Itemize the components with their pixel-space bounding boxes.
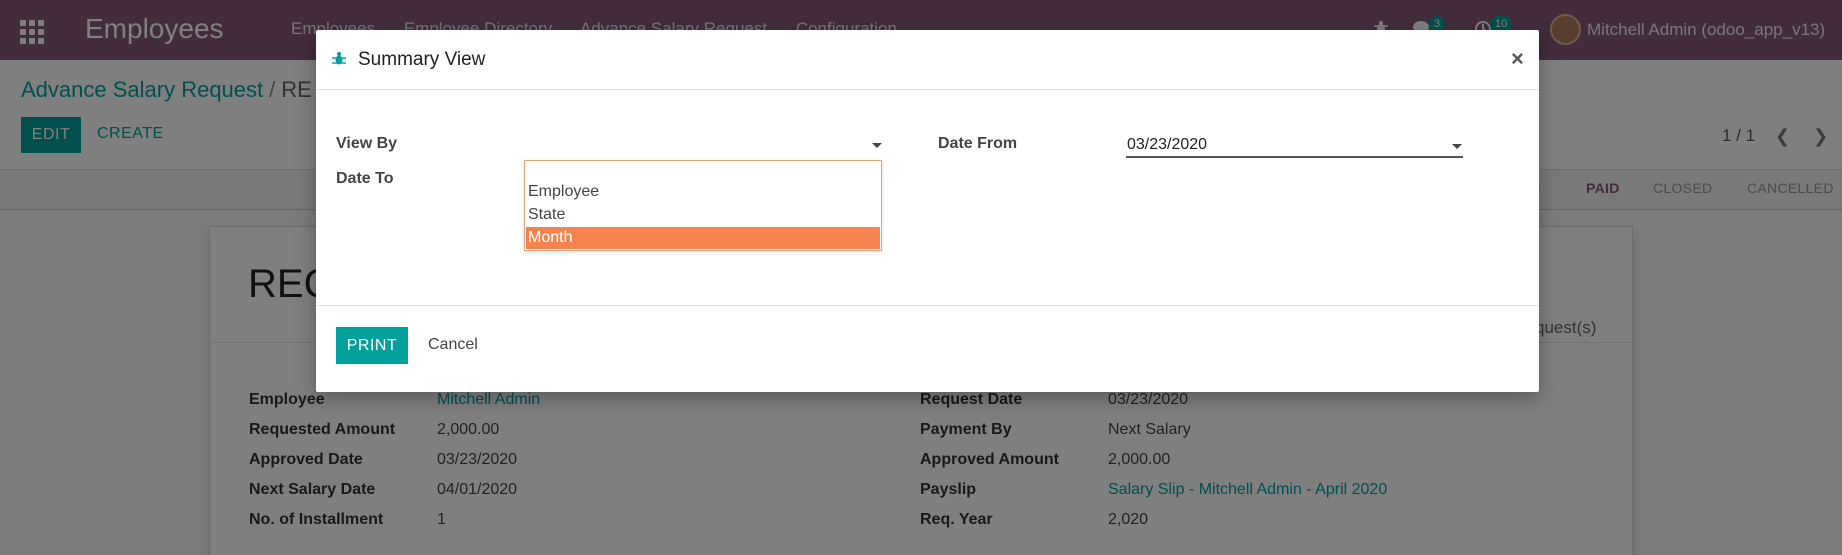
date-to-label: Date To — [336, 170, 394, 187]
dialog-footer — [316, 305, 1539, 392]
print-button[interactable]: PRINT — [336, 327, 408, 364]
option-state[interactable]: State — [526, 204, 880, 226]
cancel-button[interactable]: Cancel — [428, 336, 478, 354]
view-by-label: View By — [336, 135, 398, 152]
close-icon[interactable]: × — [1511, 46, 1524, 72]
summary-view-dialog: Summary View × View By Date To Date From… — [316, 30, 1539, 392]
view-by-select[interactable] — [525, 134, 883, 156]
date-from-input[interactable]: 03/23/2020 — [1126, 134, 1463, 158]
date-from-label: Date From — [938, 135, 1018, 152]
chevron-down-icon — [872, 143, 882, 148]
dialog-title: Summary View — [358, 49, 486, 70]
debug-bug-icon — [332, 52, 346, 65]
dialog-header: Summary View × — [316, 30, 1539, 90]
chevron-down-icon[interactable] — [1452, 144, 1462, 149]
date-from-value: 03/23/2020 — [1127, 136, 1208, 153]
option-month[interactable]: Month — [526, 227, 880, 249]
option-employee[interactable]: Employee — [526, 181, 880, 203]
view-by-options-list: Employee State Month — [524, 160, 882, 251]
